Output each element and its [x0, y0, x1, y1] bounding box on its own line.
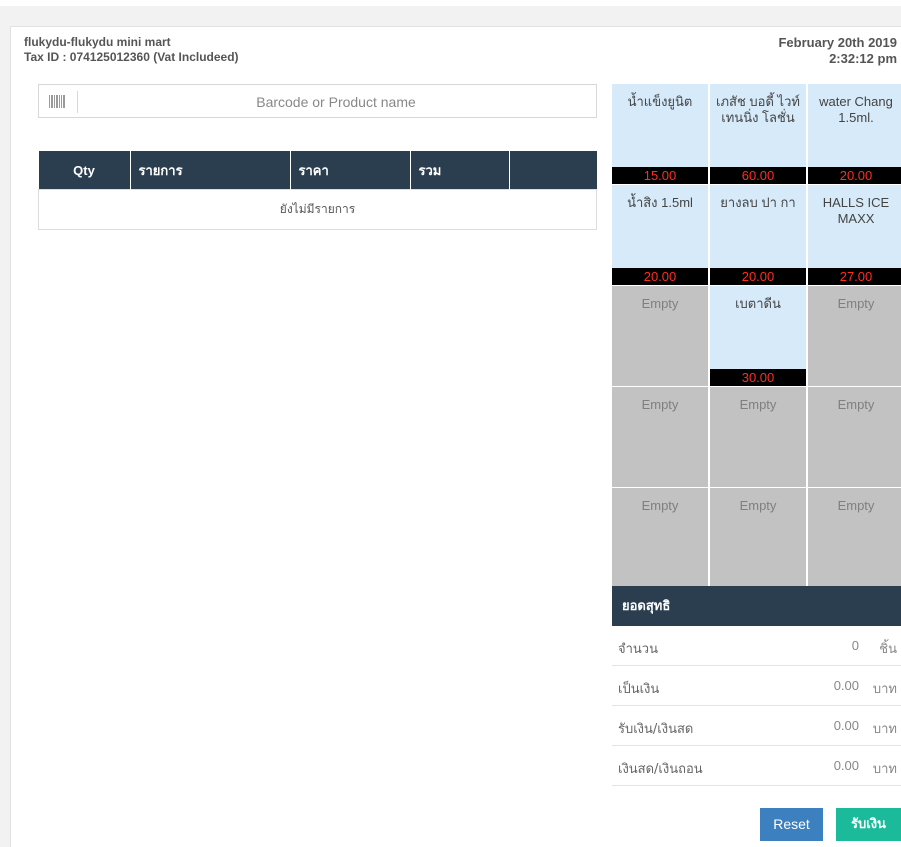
store-name: flukydu-flukydu mini mart: [24, 35, 171, 49]
product-price: 20.00: [808, 167, 901, 184]
summary-label: จำนวน: [618, 642, 658, 657]
top-bar: [0, 0, 901, 6]
summary-row-change: เงินสด/เงินถอน 0.00 บาท: [612, 746, 901, 786]
product-tile[interactable]: น้ำสิง 1.5ml 20.00: [612, 185, 708, 285]
cart-header-row: Qty รายการ ราคา รวม: [38, 151, 597, 190]
product-tile[interactable]: HALLS ICE MAXX 27.00: [808, 185, 901, 285]
empty-product-slot[interactable]: Empty: [808, 488, 901, 588]
product-name: Empty: [837, 498, 875, 513]
product-name: Empty: [837, 296, 875, 311]
summary-value: 0.00: [833, 718, 859, 733]
column-actions: [509, 151, 597, 190]
product-name: Empty: [739, 498, 777, 513]
product-tile[interactable]: น้ำแข็งยูนิต 15.00: [612, 84, 708, 184]
search-box: [38, 84, 597, 119]
product-price: 27.00: [808, 268, 901, 285]
summary-panel: ยอดสุทธิ จำนวน 0 ชิ้น เป็นเงิน 0.00 บาท …: [612, 586, 901, 786]
product-name: Empty: [641, 296, 679, 311]
empty-product-slot[interactable]: Empty: [612, 488, 708, 588]
summary-row-received: รับเงิน/เงินสด 0.00 บาท: [612, 706, 901, 746]
summary-unit: บาท: [872, 722, 897, 737]
product-tile[interactable]: water Chang 1.5ml. 20.00: [808, 84, 901, 184]
empty-product-slot[interactable]: Empty: [808, 286, 901, 386]
empty-product-slot[interactable]: Empty: [710, 488, 806, 588]
product-name: น้ำแข็งยูนิต: [627, 94, 693, 109]
product-tile[interactable]: เภสัช บอดี้ ไวท์เทนนิ่ง โลชั่น 60.00: [710, 84, 806, 184]
product-name: เบตาดีน: [735, 296, 781, 311]
search-divider: [77, 91, 78, 113]
product-name: Empty: [837, 397, 875, 412]
product-tile[interactable]: ยางลบ ปา กา 20.00: [710, 185, 806, 285]
summary-title: ยอดสุทธิ: [612, 586, 901, 626]
reset-button[interactable]: Reset: [760, 808, 823, 841]
summary-unit: บาท: [872, 682, 897, 697]
cart-table: Qty รายการ ราคา รวม ยังไม่มีรายการ: [38, 151, 597, 230]
empty-cart-message: ยังไม่มีรายการ: [38, 189, 597, 230]
column-qty: Qty: [38, 151, 131, 190]
product-name: Empty: [739, 397, 777, 412]
product-name: Empty: [641, 397, 679, 412]
product-price: 20.00: [710, 268, 806, 285]
barcode-icon: [49, 95, 65, 108]
empty-product-slot[interactable]: Empty: [710, 387, 806, 487]
product-name: เภสัช บอดี้ ไวท์เทนนิ่ง โลชั่น: [716, 94, 800, 125]
summary-label: เงินสด/เงินถอน: [618, 762, 703, 777]
product-name: ยางลบ ปา กา: [720, 195, 796, 210]
summary-label: รับเงิน/เงินสด: [618, 722, 694, 737]
pay-button[interactable]: รับเงิน: [836, 808, 901, 841]
column-price: ราคา: [290, 151, 411, 190]
summary-row-amount: เป็นเงิน 0.00 บาท: [612, 666, 901, 706]
table-row: ยังไม่มีรายการ: [38, 189, 597, 230]
summary-row-quantity: จำนวน 0 ชิ้น: [612, 626, 901, 666]
product-price: 15.00: [612, 167, 708, 184]
product-name: water Chang 1.5ml.: [819, 94, 893, 125]
empty-product-slot[interactable]: Empty: [612, 286, 708, 386]
product-price: 20.00: [612, 268, 708, 285]
empty-product-slot[interactable]: Empty: [808, 387, 901, 487]
product-price: 60.00: [710, 167, 806, 184]
product-price: 30.00: [710, 369, 806, 386]
summary-unit: ชิ้น: [879, 642, 897, 657]
column-item: รายการ: [130, 151, 291, 190]
tax-id: Tax ID : 074125012360 (Vat Includeed): [24, 50, 239, 64]
product-name: Empty: [641, 498, 679, 513]
product-name: น้ำสิง 1.5ml: [627, 195, 693, 210]
summary-unit: บาท: [872, 762, 897, 777]
empty-product-slot[interactable]: Empty: [612, 387, 708, 487]
column-total: รวม: [410, 151, 510, 190]
search-input[interactable]: [79, 85, 593, 119]
summary-value: 0.00: [833, 758, 859, 773]
summary-value: 0: [851, 638, 859, 653]
product-name: HALLS ICE MAXX: [822, 195, 890, 226]
summary-label: เป็นเงิน: [618, 682, 660, 697]
current-time: 2:32:12 pm: [829, 51, 897, 66]
product-tile[interactable]: เบตาดีน 30.00: [710, 286, 806, 386]
summary-value: 0.00: [833, 678, 859, 693]
current-date: February 20th 2019: [778, 35, 897, 50]
